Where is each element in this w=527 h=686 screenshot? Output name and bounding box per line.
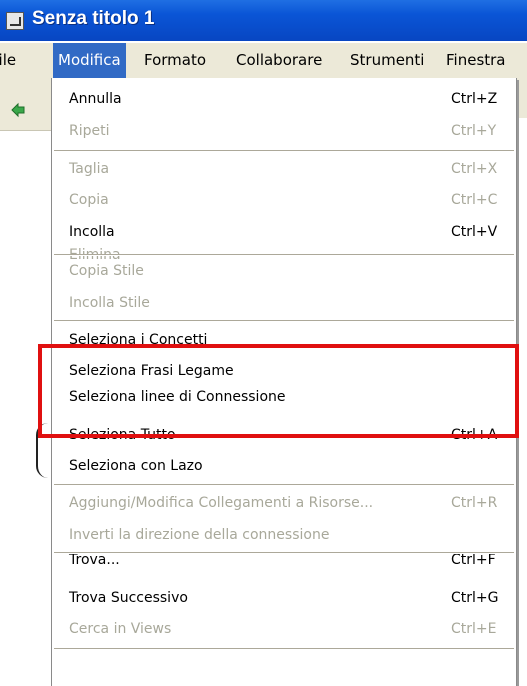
menu-item-shortcut: Ctrl+X <box>451 161 498 177</box>
menu-collaborare[interactable]: Collaborare <box>231 43 327 78</box>
menu-item-shortcut: Ctrl+C <box>451 192 498 208</box>
menu-item-shortcut: Ctrl+Y <box>451 123 497 139</box>
edit-menu-dropdown: Annulla Ctrl+Z Ripeti Ctrl+Y Taglia Ctrl… <box>51 78 517 686</box>
menu-item-label: Trova Successivo <box>69 590 188 606</box>
menu-formato[interactable]: Formato <box>139 43 211 78</box>
menu-item-annulla[interactable]: Annulla Ctrl+Z <box>52 82 516 116</box>
menu-item-copia[interactable]: Copia Ctrl+C <box>52 183 516 217</box>
menu-item-cerca-views[interactable]: Cerca in Views Ctrl+E <box>52 612 516 646</box>
menu-separator <box>54 320 514 322</box>
menu-item-label: Inverti la direzione della connessione <box>69 527 330 543</box>
menu-item-incolla-stile[interactable]: Incolla Stile <box>52 286 516 320</box>
menu-item-shortcut: Ctrl+R <box>451 495 498 511</box>
menu-separator <box>54 648 514 650</box>
menu-file[interactable]: File <box>0 43 21 78</box>
menu-item-copia-stile[interactable]: Copia Stile <box>52 254 516 288</box>
menu-item-label: Seleziona linee di Connessione <box>69 389 286 402</box>
menu-item-label: Trova... <box>69 554 120 568</box>
menu-item-label: Copia Stile <box>69 263 144 279</box>
menu-item-collegamenti-risorse[interactable]: Aggiungi/Modifica Collegamenti a Risorse… <box>52 486 516 520</box>
back-arrow-icon[interactable] <box>10 102 26 118</box>
menu-item-shortcut: Ctrl+A <box>451 427 498 443</box>
menu-item-label: Seleziona Tutto <box>69 427 176 443</box>
menu-strumenti[interactable]: Strumenti <box>345 43 429 78</box>
menu-item-seleziona-tutto[interactable]: Seleziona Tutto Ctrl+A <box>52 418 516 452</box>
menu-item-shortcut: Ctrl+G <box>451 590 499 606</box>
menu-item-seleziona-linee[interactable]: Seleziona linee di Connessione <box>52 380 516 402</box>
menu-item-label: Aggiungi/Modifica Collegamenti a Risorse… <box>69 495 374 511</box>
menu-item-seleziona-concetti[interactable]: Seleziona i Concetti <box>52 323 516 357</box>
menu-item-inverti-direzione[interactable]: Inverti la direzione della connessione <box>52 518 516 552</box>
menu-item-label: Seleziona con Lazo <box>69 458 203 474</box>
menu-item-shortcut: Ctrl+F <box>451 554 496 568</box>
menu-item-trova[interactable]: Trova... Ctrl+F <box>52 554 516 578</box>
menu-item-shortcut: Ctrl+Z <box>451 91 498 107</box>
app-icon <box>6 12 24 30</box>
menu-finestra[interactable]: Finestra <box>441 43 511 78</box>
menu-item-trova-successivo[interactable]: Trova Successivo Ctrl+G <box>52 581 516 615</box>
menu-item-label: Taglia <box>69 161 110 177</box>
menu-item-shortcut: Ctrl+E <box>451 621 497 637</box>
menu-bar: File Modifica Formato Collaborare Strume… <box>0 43 527 78</box>
menu-item-label: Seleziona i Concetti <box>69 332 208 348</box>
title-bar: Senza titolo 1 <box>0 0 527 41</box>
menu-modifica[interactable]: Modifica <box>53 43 126 78</box>
menu-item-label: Ripeti <box>69 123 110 139</box>
window-title: Senza titolo 1 <box>32 8 155 29</box>
menu-item-seleziona-lazo[interactable]: Seleziona con Lazo <box>52 449 516 483</box>
toolbar <box>0 78 58 131</box>
menu-item-label: Incolla Stile <box>69 295 150 311</box>
menu-item-label: Cerca in Views <box>69 621 172 637</box>
menu-item-label: Copia <box>69 192 109 208</box>
menu-item-taglia[interactable]: Taglia Ctrl+X <box>52 152 516 186</box>
menu-item-ripeti[interactable]: Ripeti Ctrl+Y <box>52 114 516 148</box>
menu-item-label: Annulla <box>69 91 122 107</box>
